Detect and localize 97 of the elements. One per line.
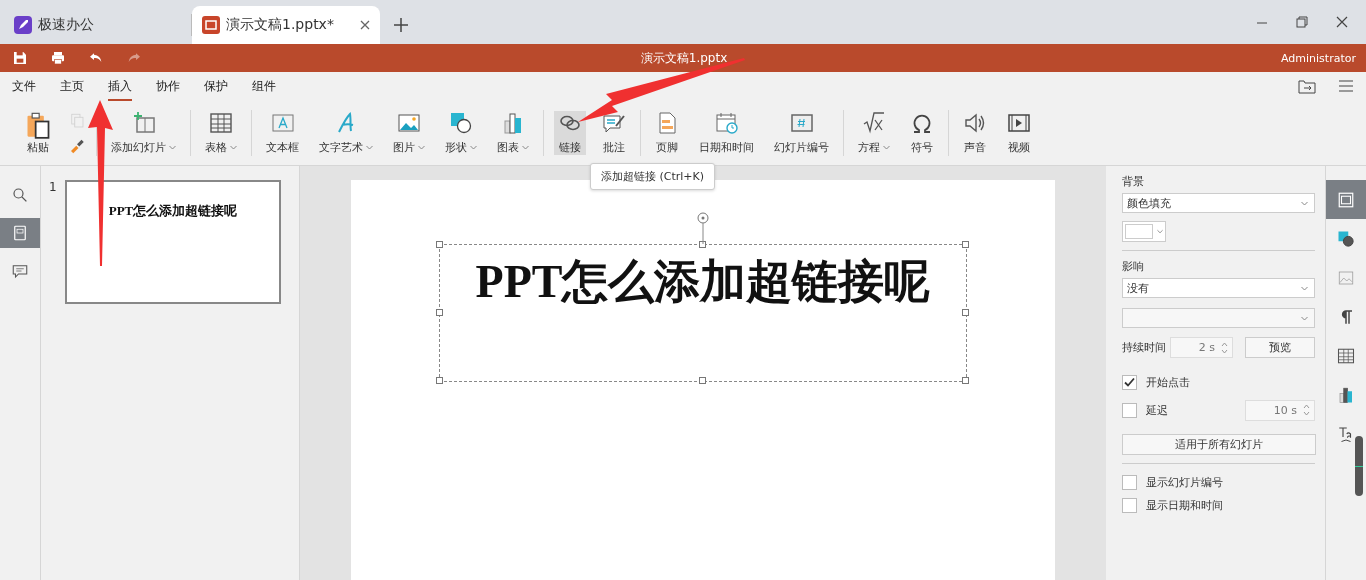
caret-icon [522, 144, 529, 150]
toolbar-button[interactable]: 粘贴 [20, 110, 56, 155]
toolbar-button[interactable]: 图表 [493, 110, 533, 155]
resize-handle[interactable] [962, 309, 969, 316]
rotate-handle[interactable] [697, 212, 709, 244]
restore-icon[interactable] [1296, 16, 1308, 28]
menu-tab[interactable]: 组件 [252, 71, 276, 101]
apply-all-button[interactable]: 适用于所有幻灯片 [1122, 434, 1316, 455]
toolbar-button[interactable]: 图片 [389, 110, 429, 155]
tooltip: 添加超链接 (Ctrl+K) [590, 163, 716, 190]
toolbar-button[interactable]: 声音 [959, 110, 991, 155]
caret-icon [1301, 285, 1308, 291]
slides-icon [11, 224, 29, 242]
browser-tab[interactable]: 极速办公 [4, 14, 192, 36]
delay-field[interactable]: 10 s [1245, 399, 1315, 421]
resize-handle[interactable] [962, 377, 969, 384]
resize-handle[interactable] [436, 309, 443, 316]
print-icon[interactable] [50, 50, 66, 66]
resize-handle[interactable] [699, 241, 706, 248]
toolbar-button[interactable]: 符号 [906, 110, 938, 155]
preview-button[interactable]: 预览 [1245, 337, 1315, 358]
caret-icon [1301, 315, 1308, 321]
caret-icon [1301, 200, 1308, 206]
checkbox[interactable] [1122, 474, 1137, 490]
user-name: Administrator [1281, 51, 1356, 65]
duration-label: 持续时间 [1122, 340, 1166, 355]
effect-dropdown[interactable]: 没有 [1122, 278, 1315, 298]
caret-icon [883, 144, 890, 150]
shape-icon [1337, 229, 1355, 248]
caret-icon [418, 144, 425, 150]
toolbar-button[interactable]: 页脚 [651, 110, 683, 155]
equation-icon [862, 110, 886, 135]
menu-tab[interactable]: 保护 [204, 71, 228, 101]
checkbox-label: 延迟 [1146, 402, 1168, 418]
table-icon [1337, 346, 1355, 365]
menu-icon[interactable] [1338, 79, 1354, 93]
presentation-icon [202, 16, 220, 34]
menu-tab[interactable]: 协作 [156, 71, 180, 101]
slides-tab[interactable] [0, 218, 40, 248]
table-icon [209, 110, 233, 135]
checkbox[interactable] [1122, 402, 1137, 418]
resize-handle[interactable] [436, 241, 443, 248]
add-slide-icon [131, 110, 156, 135]
spin-arrows-icon[interactable] [1303, 403, 1310, 417]
toolbar-button[interactable]: 方程 [854, 110, 894, 155]
duration-field[interactable]: 2 s [1170, 337, 1233, 358]
scrollbar-thumb[interactable] [1355, 436, 1363, 496]
toolbar-button[interactable]: 文本框 [262, 110, 303, 155]
caret-icon [1156, 229, 1163, 234]
thumbnail-title: PPT怎么添加超链接呢 [108, 202, 238, 220]
toolbar-button[interactable]: 添加幻灯片 [107, 110, 180, 155]
toolbar-button[interactable]: 链接 [554, 110, 586, 155]
checkbox[interactable] [1122, 374, 1137, 390]
toolbar-button[interactable]: 形状 [441, 110, 481, 155]
toolbar-button[interactable]: 批注 [598, 110, 630, 155]
toolbar-button[interactable]: 表格 [201, 110, 241, 155]
plus-icon[interactable] [394, 18, 408, 32]
spin-arrows-icon[interactable] [1221, 340, 1228, 355]
slide-thumbnail[interactable]: PPT怎么添加超链接呢 [65, 180, 281, 304]
image-icon [1337, 268, 1355, 287]
text-box[interactable]: PPT怎么添加超链接呢 [439, 244, 967, 382]
resize-handle[interactable] [436, 377, 443, 384]
comments-icon [11, 262, 29, 280]
slide-settings-icon [1337, 190, 1355, 209]
datetime-icon [714, 110, 739, 135]
caret-icon [230, 144, 237, 150]
checkbox-label: 开始点击 [1146, 374, 1190, 390]
caret-icon [470, 144, 477, 150]
resize-handle[interactable] [962, 241, 969, 248]
toolbar-button[interactable]: 文字艺术 [315, 110, 377, 155]
folder-icon[interactable] [1298, 78, 1316, 94]
close-icon[interactable] [360, 20, 370, 30]
resize-handle[interactable] [699, 377, 706, 384]
section-label: 影响 [1122, 259, 1145, 274]
document-title: 演示文稿1.pptx [640, 49, 728, 67]
menu-tab[interactable]: 主页 [60, 71, 84, 101]
section-label: 背景 [1122, 174, 1145, 189]
close-icon[interactable] [1336, 16, 1348, 28]
slide-settings-tab[interactable] [1326, 180, 1366, 219]
menu-tab[interactable]: 文件 [12, 71, 36, 101]
checkbox-label: 显示日期和时间 [1146, 497, 1223, 513]
browser-tab[interactable]: 演示文稿1.pptx* [192, 6, 380, 44]
toolbar-button[interactable]: 日期和时间 [695, 110, 758, 155]
chart-icon [1337, 385, 1355, 404]
shape-icon [449, 110, 473, 135]
checkbox-label: 显示幻灯片编号 [1146, 474, 1223, 490]
slide-title: PPT怎么添加超链接呢 [475, 255, 931, 305]
search-icon [11, 186, 29, 204]
checkbox[interactable] [1122, 497, 1137, 513]
save-icon[interactable] [12, 50, 28, 66]
slide-number: 1 [49, 180, 57, 196]
color-picker[interactable] [1122, 221, 1166, 242]
caret-icon [169, 144, 176, 150]
caret-icon [366, 144, 373, 150]
fill-dropdown[interactable]: 颜色填充 [1122, 193, 1315, 213]
toolbar-button[interactable]: 幻灯片编号 [770, 110, 833, 155]
toolbar-button[interactable]: 视频 [1003, 110, 1035, 155]
